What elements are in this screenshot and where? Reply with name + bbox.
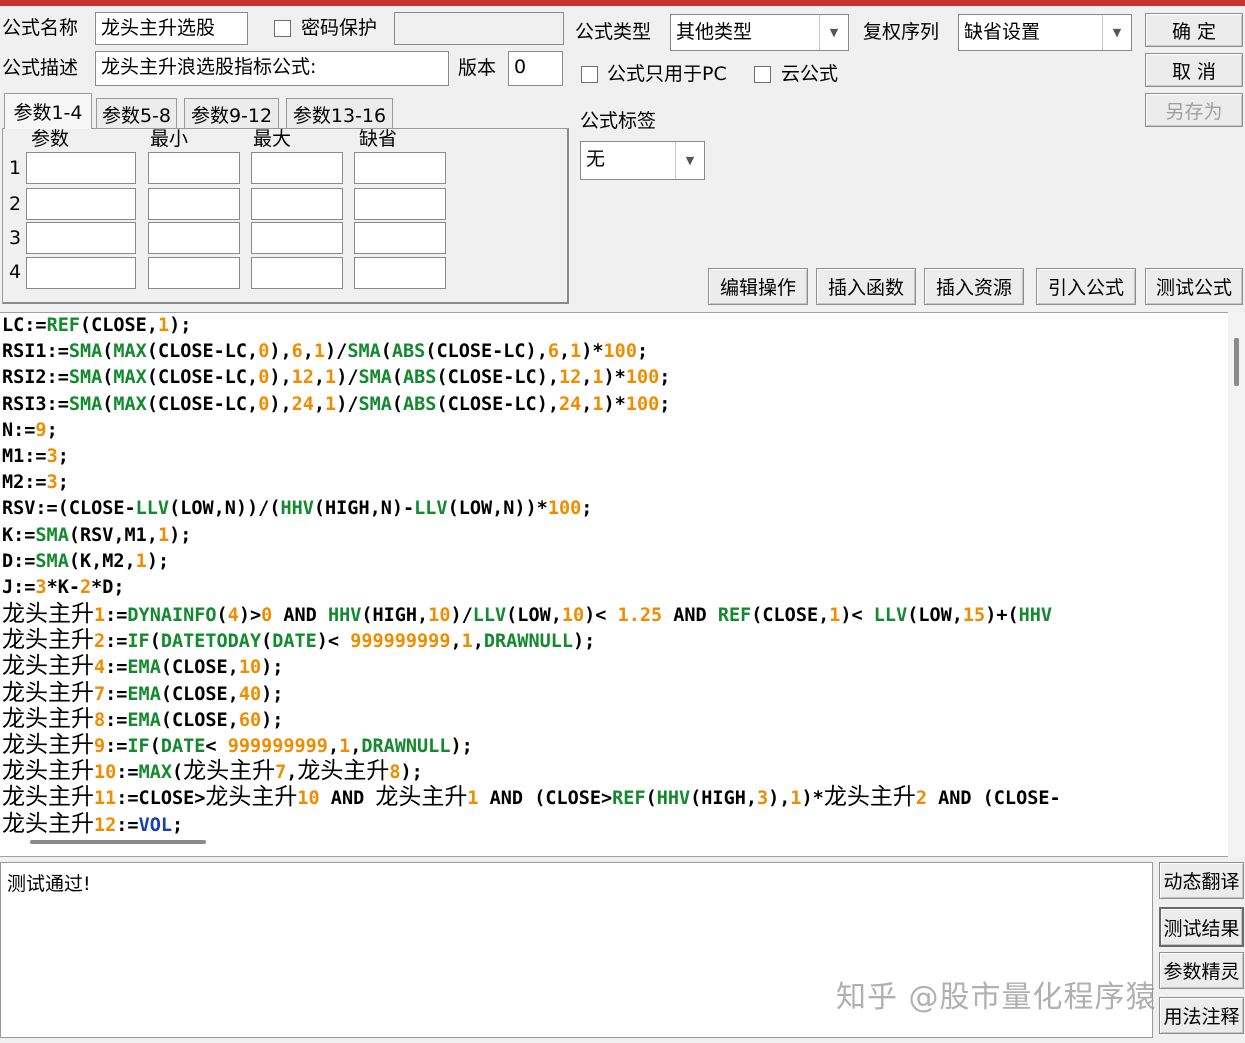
save-as-button[interactable]: 另存为 xyxy=(1145,93,1243,127)
formula-type-select[interactable]: 其他类型 ▼ xyxy=(670,14,849,51)
param-3-max-input[interactable] xyxy=(251,222,343,254)
code-line: D:=SMA(K,M2,1); xyxy=(2,550,170,572)
fuquan-label: 复权序列 xyxy=(863,21,940,43)
formula-type-value: 其他类型 xyxy=(676,21,753,43)
param-1-max-input[interactable] xyxy=(251,152,343,184)
version-input[interactable]: 0 xyxy=(508,51,563,86)
param-header-default: 缺省 xyxy=(359,128,398,150)
param-1-default-input[interactable] xyxy=(354,152,446,184)
param-2-min-input[interactable] xyxy=(148,188,240,220)
formula-name-label: 公式名称 xyxy=(2,17,79,39)
code-line: 龙头主升12:=VOL; xyxy=(2,810,184,837)
watermark-text: 知乎 @股市量化程序猿 xyxy=(836,980,1157,1015)
test-result-button[interactable]: 测试结果 xyxy=(1159,907,1244,947)
code-line: 龙头主升10:=MAX(龙头主升7,龙头主升8); xyxy=(2,758,423,785)
formula-desc-input[interactable]: 龙头主升浪选股指标公式: xyxy=(95,51,449,86)
code-line: J:=3*K-2*D; xyxy=(2,576,125,598)
tab-params-1-4[interactable]: 参数1-4 xyxy=(4,93,92,129)
code-line: 龙头主升9:=IF(DATE< 999999999,1,DRAWNULL); xyxy=(2,732,473,758)
fuquan-select[interactable]: 缺省设置 ▼ xyxy=(958,14,1132,51)
param-1-min-input[interactable] xyxy=(148,152,240,184)
pc-only-checkbox[interactable] xyxy=(581,66,598,83)
chevron-down-icon[interactable]: ▼ xyxy=(1102,15,1131,50)
cloud-formula-label: 云公式 xyxy=(781,63,839,85)
password-protect-checkbox[interactable] xyxy=(274,20,291,37)
param-header-min: 最小 xyxy=(150,128,189,150)
code-line: 龙头主升4:=EMA(CLOSE,10); xyxy=(2,653,284,680)
horizontal-scroll-thumb[interactable] xyxy=(30,840,206,844)
code-line: M1:=3; xyxy=(2,445,69,467)
formula-tag-select[interactable]: 无 ▼ xyxy=(580,141,705,180)
insert-resource-button[interactable]: 插入资源 xyxy=(924,268,1024,305)
code-editor[interactable]: LC:=REF(CLOSE,1); RSI1:=SMA(MAX(CLOSE-LC,… xyxy=(0,312,1245,857)
code-line: RSI1:=SMA(MAX(CLOSE-LC,0),6,1)/SMA(ABS(C… xyxy=(2,341,649,363)
title-accent-bar xyxy=(0,0,1245,6)
version-label: 版本 xyxy=(458,57,497,79)
code-line: RSI2:=SMA(MAX(CLOSE-LC,0),12,1)/SMA(ABS(… xyxy=(2,367,671,389)
usage-notes-button[interactable]: 用法注释 xyxy=(1159,997,1244,1034)
formula-desc-label: 公式描述 xyxy=(2,57,79,79)
formula-tag-value: 无 xyxy=(586,148,606,170)
code-line: 龙头主升8:=EMA(CLOSE,60); xyxy=(2,705,284,732)
param-4-max-input[interactable] xyxy=(251,257,343,289)
edit-ops-button[interactable]: 编辑操作 xyxy=(708,268,808,305)
code-line: K:=SMA(RSV,M1,1); xyxy=(2,524,192,546)
code-line: 龙头主升7:=EMA(CLOSE,40); xyxy=(2,679,284,706)
formula-name-input[interactable]: 龙头主升选股 xyxy=(95,12,248,45)
chevron-down-icon[interactable]: ▼ xyxy=(675,142,704,179)
code-line: RSV:=(CLOSE-LLV(LOW,N))/(HHV(HIGH,N)-LLV… xyxy=(2,498,593,520)
code-line: M2:=3; xyxy=(2,472,69,494)
param-row-number: 4 xyxy=(8,261,22,283)
param-wizard-button[interactable]: 参数精灵 xyxy=(1159,952,1244,989)
param-4-name-input[interactable] xyxy=(26,257,136,289)
param-4-min-input[interactable] xyxy=(148,257,240,289)
code-line: 龙头主升11:=CLOSE>龙头主升10 AND 龙头主升1 AND (CLOS… xyxy=(2,784,1061,811)
test-output-text: 测试通过! xyxy=(7,873,91,895)
insert-function-button[interactable]: 插入函数 xyxy=(816,268,916,305)
dynamic-translate-button[interactable]: 动态翻译 xyxy=(1159,862,1244,899)
vertical-scrollbar[interactable] xyxy=(1228,312,1245,857)
param-3-name-input[interactable] xyxy=(26,222,136,254)
param-2-max-input[interactable] xyxy=(251,188,343,220)
param-row-number: 3 xyxy=(8,227,22,249)
pc-only-label: 公式只用于PC xyxy=(607,63,727,85)
param-2-default-input[interactable] xyxy=(354,188,446,220)
param-header-max: 最大 xyxy=(253,128,292,150)
code-line: LC:=REF(CLOSE,1); xyxy=(2,315,192,336)
password-protect-label: 密码保护 xyxy=(301,17,378,39)
code-line: 龙头主升2:=IF(DATETODAY(DATE)< 999999999,1,D… xyxy=(2,627,596,654)
code-lines: LC:=REF(CLOSE,1); RSI1:=SMA(MAX(CLOSE-LC,… xyxy=(2,313,1224,837)
code-line: 龙头主升1:=DYNAINFO(4)>0 AND HHV(HIGH,10)/LL… xyxy=(2,601,1053,628)
param-4-default-input[interactable] xyxy=(354,257,446,289)
password-input[interactable] xyxy=(394,12,564,45)
param-3-min-input[interactable] xyxy=(148,222,240,254)
vertical-scroll-thumb[interactable] xyxy=(1234,338,1239,386)
code-line: N:=9; xyxy=(2,419,58,441)
code-line: RSI3:=SMA(MAX(CLOSE-LC,0),24,1)/SMA(ABS(… xyxy=(2,393,671,415)
param-row-number: 2 xyxy=(8,193,22,215)
fuquan-value: 缺省设置 xyxy=(964,21,1041,43)
formula-type-label: 公式类型 xyxy=(575,21,652,43)
test-formula-button[interactable]: 测试公式 xyxy=(1145,268,1243,305)
formula-tag-label: 公式标签 xyxy=(580,110,657,132)
import-formula-button[interactable]: 引入公式 xyxy=(1036,268,1136,305)
param-2-name-input[interactable] xyxy=(26,188,136,220)
cancel-button[interactable]: 取 消 xyxy=(1145,53,1243,87)
chevron-down-icon[interactable]: ▼ xyxy=(819,15,848,50)
param-1-name-input[interactable] xyxy=(26,152,136,184)
param-3-default-input[interactable] xyxy=(354,222,446,254)
param-row-number: 1 xyxy=(8,157,22,179)
cloud-formula-checkbox[interactable] xyxy=(754,66,771,83)
confirm-button[interactable]: 确 定 xyxy=(1145,13,1243,47)
